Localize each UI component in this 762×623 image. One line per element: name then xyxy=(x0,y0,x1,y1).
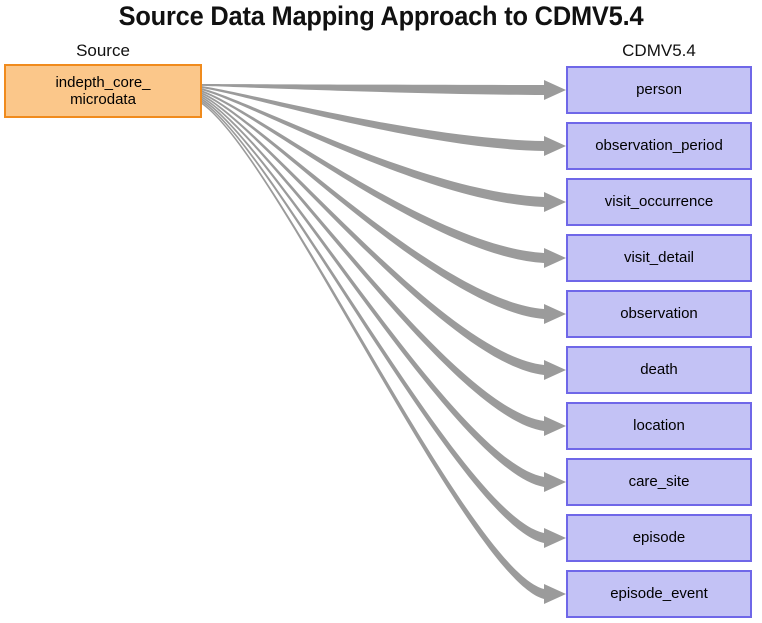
flow-ribbon-to-episode xyxy=(200,99,544,543)
target-node-label: care_site xyxy=(628,473,690,491)
flow-ribbon-to-person xyxy=(200,84,544,95)
source-node-label-line2: microdata xyxy=(70,91,136,108)
target-node-label: location xyxy=(633,417,685,435)
target-node-label: observation_period xyxy=(595,137,723,155)
target-node-observation[interactable]: observation xyxy=(566,290,752,338)
target-node-episode[interactable]: episode xyxy=(566,514,752,562)
arrowhead-icon-to-episode xyxy=(544,528,566,548)
target-node-label: person xyxy=(636,81,682,99)
source-node-label-line1: indepth_core_ xyxy=(55,73,151,91)
target-node-label: observation xyxy=(620,305,698,323)
arrowhead-icon-to-episode-event xyxy=(544,584,566,604)
arrowhead-icon-to-observation xyxy=(544,304,566,324)
arrowhead-icon-to-person xyxy=(544,80,566,100)
arrowhead-icon-to-visit-occurrence xyxy=(544,192,566,212)
target-node-person[interactable]: person xyxy=(566,66,752,114)
target-node-care-site[interactable]: care_site xyxy=(566,458,752,506)
arrowhead-icon-to-visit-detail xyxy=(544,248,566,268)
target-node-label: visit_detail xyxy=(623,249,695,267)
target-node-episode-event[interactable]: episode_event xyxy=(566,570,752,618)
target-node-label: episode xyxy=(632,529,686,547)
arrowhead-icon-to-observation-period xyxy=(544,136,566,156)
flow-ribbon-to-visit-detail xyxy=(200,89,544,263)
diagram-canvas: Source Data Mapping Approach to CDMV5.4 … xyxy=(0,0,762,623)
target-node-observation-period[interactable]: observation_period xyxy=(566,122,752,170)
arrowhead-icon-to-death xyxy=(544,360,566,380)
source-node-label: indepth_core_ microdata xyxy=(55,74,150,109)
arrowhead-icon-to-care-site xyxy=(544,472,566,492)
arrowhead-icon-to-location xyxy=(544,416,566,436)
target-node-label: death xyxy=(640,361,678,379)
target-node-label: episode_event xyxy=(610,585,708,603)
target-node-death[interactable]: death xyxy=(566,346,752,394)
target-node-visit-occurrence[interactable]: visit_occurrence xyxy=(566,178,752,226)
target-node-location[interactable]: location xyxy=(566,402,752,450)
target-node-label: visit_occurrence xyxy=(604,193,714,211)
flow-group xyxy=(200,80,566,604)
target-node-visit-detail[interactable]: visit_detail xyxy=(566,234,752,282)
source-node-indepth-core-microdata[interactable]: indepth_core_ microdata xyxy=(4,64,202,118)
